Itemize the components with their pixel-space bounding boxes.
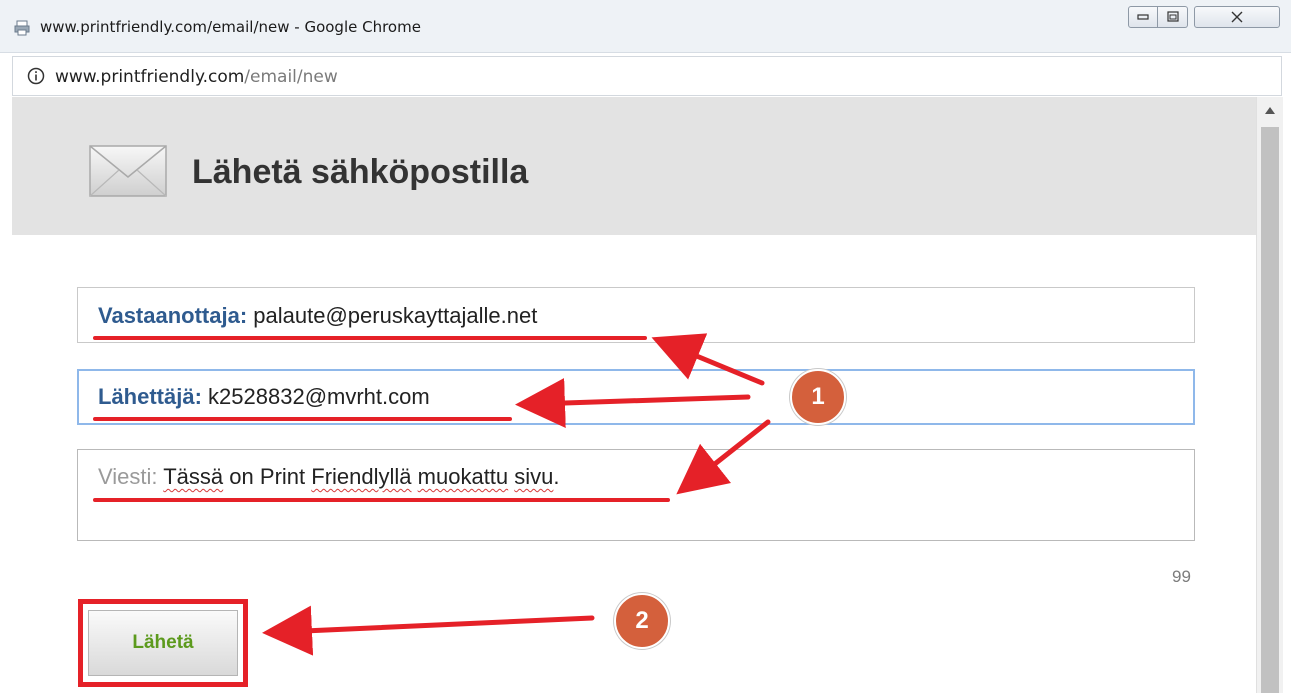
printer-favicon-icon bbox=[14, 20, 30, 36]
window-title-bar: www.printfriendly.com/email/new - Google… bbox=[0, 0, 1291, 53]
message-textarea[interactable]: Viesti: Tässä on Print Friendlyllä muoka… bbox=[77, 449, 1195, 541]
message-word: muokattu bbox=[417, 464, 509, 489]
url-host: www.printfriendly.com bbox=[55, 67, 245, 87]
sender-field[interactable]: Lähettäjä: k2528832@mvrht.com bbox=[77, 369, 1195, 425]
email-header: Lähetä sähköpostilla bbox=[12, 97, 1256, 235]
page-title: Lähetä sähköpostilla bbox=[192, 153, 529, 191]
scrollbar-thumb[interactable] bbox=[1261, 127, 1279, 693]
minimize-button[interactable] bbox=[1128, 6, 1158, 28]
message-word: Tässä bbox=[163, 464, 224, 489]
recipient-field[interactable]: Vastaanottaja: palaute@peruskayttajalle.… bbox=[77, 287, 1195, 343]
sender-label: Lähettäjä: bbox=[98, 384, 202, 409]
recipient-value: palaute@peruskayttajalle.net bbox=[253, 303, 538, 328]
message-label: Viesti: bbox=[98, 464, 158, 489]
message-word: Friendlyllä bbox=[311, 464, 412, 489]
recipient-label: Vastaanottaja: bbox=[98, 303, 248, 328]
message-word: sivu bbox=[514, 464, 554, 489]
envelope-icon bbox=[89, 145, 167, 197]
maximize-button[interactable] bbox=[1158, 6, 1188, 28]
window-title: www.printfriendly.com/email/new - Google… bbox=[40, 18, 421, 36]
maximize-icon bbox=[1166, 11, 1179, 22]
send-button-highlight: Lähetä bbox=[78, 599, 248, 687]
address-bar[interactable]: www.printfriendly.com/email/new bbox=[12, 56, 1282, 96]
url-path: /email/new bbox=[244, 67, 338, 87]
step-badge-2: 2 bbox=[614, 593, 670, 649]
minimize-icon bbox=[1137, 14, 1149, 20]
sender-value: k2528832@mvrht.com bbox=[208, 384, 430, 409]
message-end: . bbox=[553, 464, 560, 489]
info-icon[interactable] bbox=[27, 67, 45, 85]
url-text: www.printfriendly.com/email/new bbox=[55, 67, 338, 87]
message-word: Print bbox=[259, 464, 306, 489]
message-word: on bbox=[229, 464, 254, 489]
send-button[interactable]: Lähetä bbox=[88, 610, 238, 676]
scroll-up-arrow-icon[interactable] bbox=[1265, 107, 1275, 114]
vertical-scrollbar[interactable] bbox=[1256, 97, 1283, 693]
close-icon bbox=[1231, 11, 1243, 23]
character-counter: 99 bbox=[1172, 567, 1191, 586]
close-button[interactable] bbox=[1194, 6, 1280, 28]
step-badge-1: 1 bbox=[790, 369, 846, 425]
